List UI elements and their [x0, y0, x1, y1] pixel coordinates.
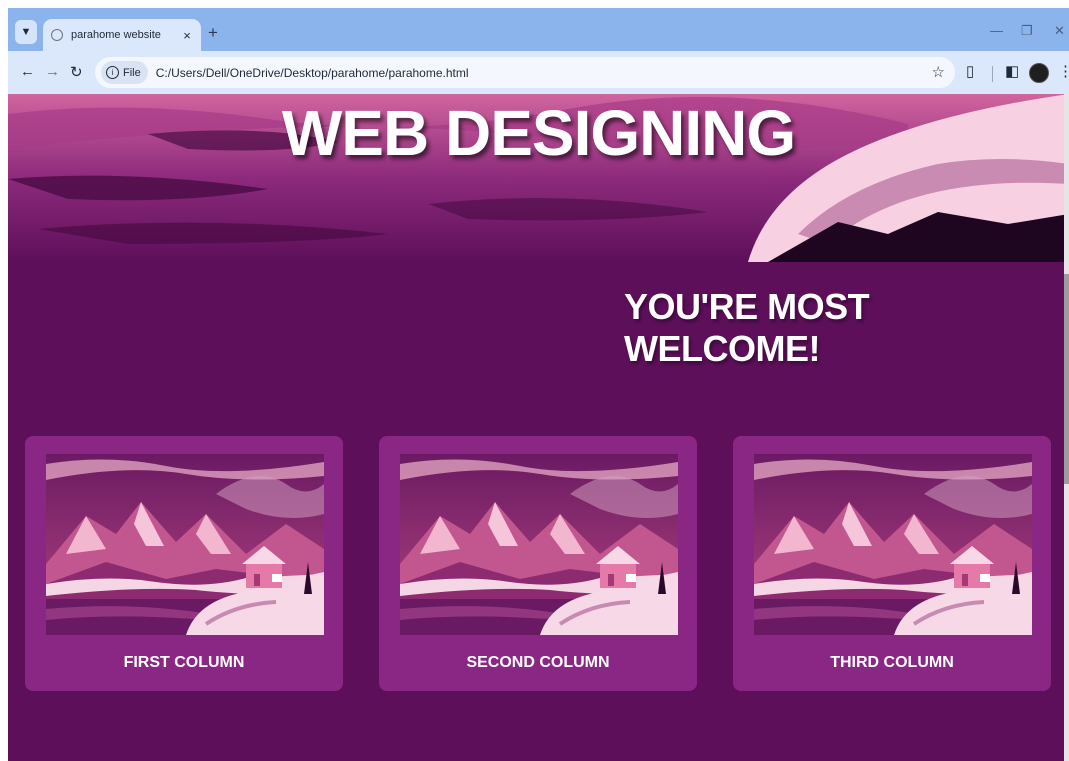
tab-strip: ▼ parahome website × + — ❐ ✕ — [8, 8, 1069, 51]
column-label: THIRD COLUMN — [830, 654, 954, 671]
site-info-chip[interactable]: i File — [101, 61, 148, 84]
info-icon: i — [106, 66, 119, 79]
column-image — [754, 454, 1032, 635]
star-icon[interactable]: ☆ — [932, 63, 945, 81]
forward-icon[interactable]: → — [45, 63, 60, 80]
scrollbar-thumb[interactable] — [1064, 274, 1069, 484]
column-image — [46, 454, 324, 635]
tab-list-icon[interactable]: ▼ — [15, 20, 37, 44]
column-card-second: SECOND COLUMN — [379, 436, 697, 691]
column-card-third: THIRD COLUMN — [733, 436, 1051, 691]
profile-icon[interactable] — [1029, 63, 1049, 83]
close-icon[interactable]: ✕ — [1054, 23, 1065, 39]
url-text[interactable]: C:/Users/Dell/OneDrive/Desktop/parahome/… — [156, 66, 469, 80]
page-content: WEB DESIGNING YOU'RE MOST WELCOME! FIRST… — [8, 94, 1069, 761]
tab-close-icon[interactable]: × — [177, 28, 197, 43]
hero-title: WEB DESIGNING — [281, 97, 796, 169]
menu-icon[interactable]: ⋮ — [1058, 62, 1069, 80]
tab-parahome[interactable]: parahome website × — [43, 19, 201, 51]
hero-banner: WEB DESIGNING — [8, 94, 1069, 262]
reload-icon[interactable]: ↻ — [70, 63, 83, 81]
restore-icon[interactable]: ❐ — [1021, 23, 1033, 39]
column-label: SECOND COLUMN — [466, 654, 610, 671]
globe-icon — [51, 29, 63, 41]
column-label: FIRST COLUMN — [123, 654, 245, 671]
toolbar-divider — [992, 66, 993, 82]
new-tab-icon[interactable]: + — [208, 23, 218, 43]
tab-title: parahome website — [71, 29, 161, 41]
browser-window: ▼ parahome website × + — ❐ ✕ ← → ↻ i Fil… — [8, 8, 1069, 761]
column-card-first: FIRST COLUMN — [25, 436, 343, 691]
minimize-icon[interactable]: — — [990, 23, 1003, 38]
side-panel-icon[interactable]: ◧ — [1005, 62, 1019, 80]
back-icon[interactable]: ← — [20, 63, 35, 80]
address-bar[interactable]: i File C:/Users/Dell/OneDrive/Desktop/pa… — [95, 57, 955, 88]
site-info-label: File — [123, 66, 141, 79]
column-image — [400, 454, 678, 635]
welcome-heading: YOU'RE MOST WELCOME! — [624, 286, 870, 369]
browser-toolbar: ← → ↻ i File C:/Users/Dell/OneDrive/Desk… — [8, 51, 1069, 94]
extensions-icon[interactable]: ▯ — [966, 62, 974, 80]
